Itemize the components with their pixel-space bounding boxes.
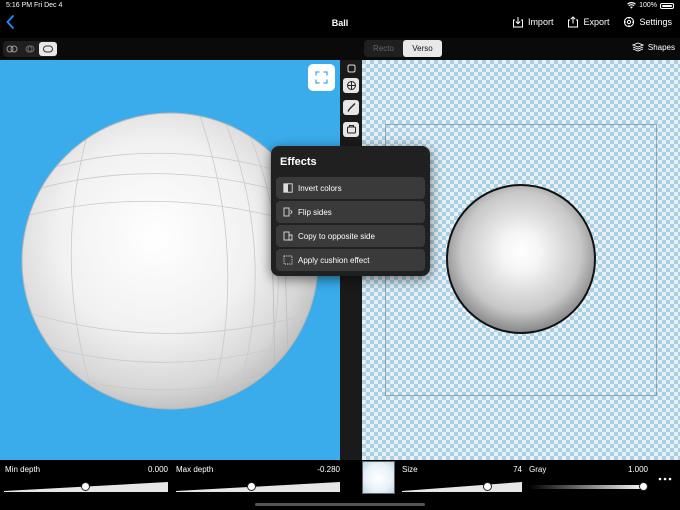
gray-slider[interactable] bbox=[529, 481, 647, 493]
min-depth-slider-knob[interactable] bbox=[81, 482, 90, 491]
battery-percent: 100% bbox=[639, 2, 657, 9]
stamp-icon bbox=[346, 125, 356, 134]
gray-value: 1.000 bbox=[627, 465, 648, 474]
size-value: 74 bbox=[513, 465, 522, 474]
shapes-button[interactable]: Shapes bbox=[631, 42, 675, 52]
size-label: Size bbox=[402, 465, 418, 474]
crop-icon bbox=[347, 64, 355, 73]
battery-icon bbox=[660, 2, 674, 9]
min-depth-label: Min depth bbox=[5, 465, 41, 474]
effect-label: Flip sides bbox=[298, 207, 332, 217]
flip-sides-button[interactable]: Flip sides bbox=[276, 201, 425, 223]
toolbar: Recto Verso Shapes bbox=[0, 38, 680, 60]
max-depth-label: Max depth bbox=[176, 465, 214, 474]
effect-label: Copy to opposite side bbox=[298, 231, 375, 241]
tool-effects-button[interactable] bbox=[343, 78, 359, 93]
status-right: 100% bbox=[627, 2, 674, 9]
expand-icon bbox=[315, 71, 328, 84]
side-segmented-control: Recto Verso bbox=[364, 40, 442, 57]
mode-cushion-button[interactable] bbox=[39, 42, 57, 56]
export-button[interactable]: Export bbox=[567, 16, 609, 28]
cushion-icon bbox=[43, 45, 53, 53]
apply-cushion-effect-button[interactable]: Apply cushion effect bbox=[276, 249, 425, 271]
nav-actions: Import Export Settings bbox=[512, 16, 672, 28]
export-icon bbox=[568, 16, 579, 28]
status-time: 5:16 PM bbox=[6, 2, 33, 9]
dotted-square-icon bbox=[283, 255, 293, 265]
nav-bar: Ball Import Export Settings bbox=[0, 12, 680, 38]
sphere-texture-shape[interactable] bbox=[446, 184, 596, 334]
max-depth-slider-knob[interactable] bbox=[247, 482, 256, 491]
gray-slider-knob[interactable] bbox=[639, 482, 648, 491]
size-slider[interactable] bbox=[402, 481, 522, 493]
view-mode-segmented-control bbox=[3, 41, 57, 57]
shapes-label: Shapes bbox=[647, 42, 675, 52]
tab-recto[interactable]: Recto bbox=[364, 40, 403, 57]
gear-icon bbox=[624, 16, 635, 28]
settings-label: Settings bbox=[639, 17, 672, 27]
copy-to-opposite-side-button[interactable]: Copy to opposite side bbox=[276, 225, 425, 247]
flip-icon bbox=[283, 207, 293, 217]
settings-button[interactable]: Settings bbox=[623, 16, 672, 28]
overlap-circle-icon bbox=[25, 45, 35, 53]
invert-colors-button[interactable]: Invert colors bbox=[276, 177, 425, 199]
status-bar: 5:16 PM Fri Dec 4 100% bbox=[0, 0, 680, 12]
copy-icon bbox=[283, 231, 293, 241]
tab-verso[interactable]: Verso bbox=[403, 40, 442, 57]
export-label: Export bbox=[583, 17, 610, 27]
mode-side-by-side-button[interactable] bbox=[21, 42, 39, 56]
tool-brush-button[interactable] bbox=[343, 100, 359, 115]
effects-icon bbox=[346, 81, 356, 90]
effect-label: Invert colors bbox=[298, 183, 342, 193]
brush-icon bbox=[346, 103, 355, 112]
import-button[interactable]: Import bbox=[512, 16, 554, 28]
import-label: Import bbox=[527, 17, 554, 27]
effects-popover: Effects Invert colors Flip sides Copy to… bbox=[271, 146, 430, 276]
wifi-icon bbox=[627, 2, 636, 9]
mode-front-back-button[interactable] bbox=[3, 42, 21, 56]
more-options-button[interactable] bbox=[658, 470, 672, 484]
layers-icon bbox=[631, 42, 644, 52]
size-slider-knob[interactable] bbox=[483, 482, 492, 491]
effects-title: Effects bbox=[280, 156, 317, 168]
effect-label: Apply cushion effect bbox=[298, 255, 370, 265]
ellipsis-icon bbox=[658, 477, 672, 481]
max-depth-value: -0.280 bbox=[317, 465, 340, 474]
brush-preview-thumbnail[interactable] bbox=[362, 461, 395, 494]
max-depth-slider[interactable] bbox=[176, 481, 340, 493]
tool-stamp-button[interactable] bbox=[343, 122, 359, 137]
invert-icon bbox=[283, 183, 293, 193]
gray-label: Gray bbox=[529, 465, 547, 474]
status-date: Fri Dec 4 bbox=[34, 2, 63, 9]
double-circle-icon bbox=[6, 45, 18, 53]
tool-crop-button[interactable] bbox=[343, 61, 359, 76]
min-depth-value: 0.000 bbox=[147, 465, 168, 474]
home-indicator bbox=[255, 503, 425, 506]
import-icon bbox=[512, 17, 523, 28]
fullscreen-button[interactable] bbox=[308, 64, 335, 91]
